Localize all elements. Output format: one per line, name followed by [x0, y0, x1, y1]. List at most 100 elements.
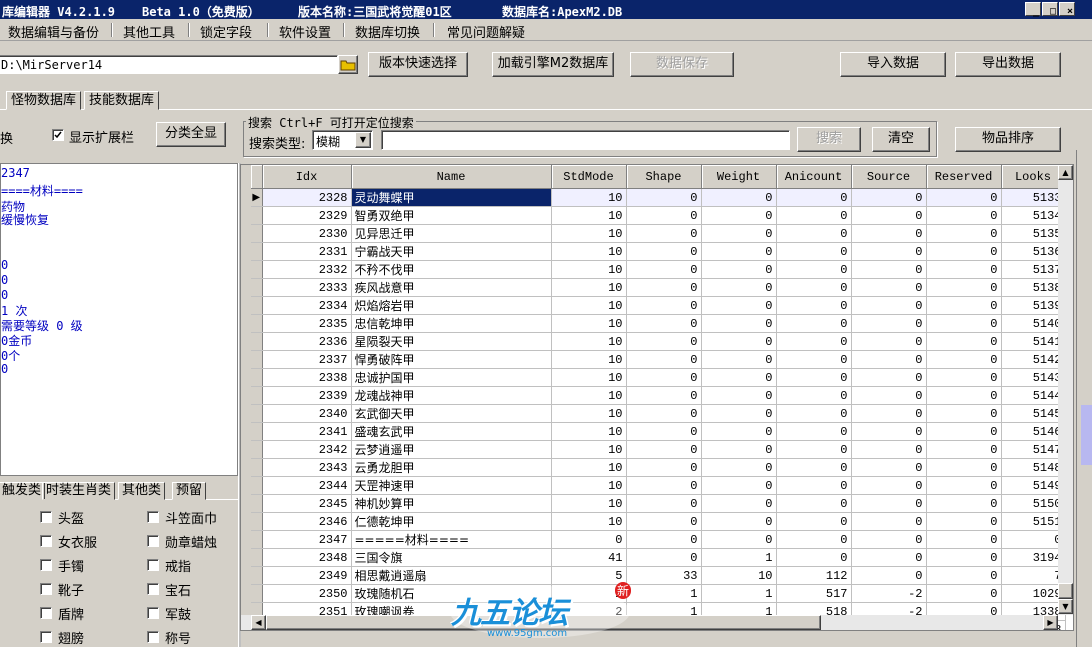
show-ext-checkbox[interactable] [52, 129, 64, 141]
table-row[interactable]: 2329 智勇双绝甲 10 0 0 0 0 0 5134 [251, 206, 1066, 225]
row-indicator[interactable] [251, 494, 263, 513]
folder-browse-button[interactable] [338, 55, 358, 74]
cell-name[interactable]: 灵动舞蝶甲 [351, 188, 552, 207]
scroll-right-icon[interactable]: ▶ [1043, 615, 1058, 630]
cell-idx[interactable]: 2339 [262, 386, 352, 405]
cell-shape[interactable]: 0 [626, 188, 702, 207]
cell-stdmode[interactable]: 10 [551, 440, 627, 459]
cell-shape[interactable]: 0 [626, 422, 702, 441]
horizontal-scrollbar[interactable]: ◀ ▶ [241, 615, 1058, 630]
cell-weight[interactable]: 1 [701, 548, 777, 567]
table-row[interactable]: 2331 宁霸战天甲 10 0 0 0 0 0 5136 [251, 242, 1066, 261]
row-indicator[interactable] [251, 296, 263, 315]
cell-anicount[interactable]: 0 [776, 242, 852, 261]
row-indicator[interactable] [251, 422, 263, 441]
cell-idx[interactable]: 2345 [262, 494, 352, 513]
cell-name[interactable]: 星陨裂天甲 [351, 332, 552, 351]
row-indicator[interactable] [251, 476, 263, 495]
cell-source[interactable]: 0 [851, 404, 927, 423]
cell-shape[interactable]: 0 [626, 476, 702, 495]
cell-idx[interactable]: 2336 [262, 332, 352, 351]
cell-idx[interactable]: 2334 [262, 296, 352, 315]
quick-select-button[interactable]: 版本快速选择 [368, 52, 468, 77]
maximize-button[interactable]: □ [1042, 2, 1058, 17]
table-row[interactable]: 2337 悍勇破阵甲 10 0 0 0 0 0 5142 [251, 350, 1066, 369]
cell-shape[interactable]: 0 [626, 548, 702, 567]
table-row[interactable]: 2333 疾风战意甲 10 0 0 0 0 0 5138 [251, 278, 1066, 297]
cell-weight[interactable]: 0 [701, 224, 777, 243]
cell-stdmode[interactable]: 10 [551, 350, 627, 369]
scroll-left-icon[interactable]: ◀ [251, 615, 266, 630]
cell-reserved[interactable]: 0 [926, 512, 1002, 531]
cell-reserved[interactable]: 0 [926, 476, 1002, 495]
cell-looks[interactable]: 3194 [1001, 548, 1066, 567]
tab-trigger[interactable]: 触发类 [0, 482, 46, 500]
table-row[interactable]: 2341 盛魂玄武甲 10 0 0 0 0 0 5146 [251, 422, 1066, 441]
cell-idx[interactable]: 2341 [262, 422, 352, 441]
cell-shape[interactable]: 1 [626, 584, 702, 603]
cell-anicount[interactable]: 0 [776, 422, 852, 441]
chevron-down-icon[interactable]: ▼ [355, 132, 371, 148]
cell-shape[interactable]: 0 [626, 368, 702, 387]
cell-shape[interactable]: 0 [626, 260, 702, 279]
cell-weight[interactable]: 0 [701, 530, 777, 549]
cell-stdmode[interactable]: 10 [551, 368, 627, 387]
table-row[interactable]: 2335 忠信乾坤甲 10 0 0 0 0 0 5140 [251, 314, 1066, 333]
cell-idx[interactable]: 2330 [262, 224, 352, 243]
row-indicator[interactable] [251, 278, 263, 297]
row-indicator[interactable] [251, 224, 263, 243]
column-header-shape[interactable]: Shape [626, 165, 702, 189]
cell-name[interactable]: 不矜不伐甲 [351, 260, 552, 279]
table-row[interactable]: 2336 星陨裂天甲 10 0 0 0 0 0 5141 [251, 332, 1066, 351]
cell-looks[interactable]: 1029 [1001, 584, 1066, 603]
row-indicator[interactable] [251, 440, 263, 459]
cell-name[interactable]: 炽焰熔岩甲 [351, 296, 552, 315]
cell-name[interactable]: 见异思迁甲 [351, 224, 552, 243]
row-indicator[interactable] [251, 548, 263, 567]
cell-anicount[interactable]: 0 [776, 386, 852, 405]
cell-anicount[interactable]: 0 [776, 314, 852, 333]
cell-source[interactable]: -2 [851, 584, 927, 603]
table-row[interactable]: 2349相思戴逍遥扇53310112007 [251, 566, 1066, 585]
column-header-anicount[interactable]: Anicount [776, 165, 852, 189]
cell-stdmode[interactable]: 10 [551, 314, 627, 333]
cell-looks[interactable]: 7 [1001, 566, 1066, 585]
cell-reserved[interactable]: 0 [926, 548, 1002, 567]
cell-weight[interactable]: 0 [701, 422, 777, 441]
cell-idx[interactable]: 2348 [262, 548, 352, 567]
column-header-stdmode[interactable]: StdMode [551, 165, 627, 189]
cell-weight[interactable]: 0 [701, 206, 777, 225]
checkbox-gem[interactable] [147, 583, 159, 595]
cell-shape[interactable]: 0 [626, 314, 702, 333]
show-all-categories-button[interactable]: 分类全显 [156, 122, 226, 147]
checkbox-bracelet[interactable] [40, 559, 52, 571]
cell-weight[interactable]: 0 [701, 314, 777, 333]
cell-idx[interactable]: 2338 [262, 368, 352, 387]
table-row[interactable]: 2345 神机妙算甲 10 0 0 0 0 0 5150 [251, 494, 1066, 513]
checkbox-title[interactable] [147, 631, 159, 643]
cell-looks[interactable]: 5139 [1001, 296, 1066, 315]
cell-source[interactable]: 0 [851, 332, 927, 351]
cell-anicount[interactable]: 0 [776, 260, 852, 279]
cell-idx[interactable]: 2343 [262, 458, 352, 477]
cell-reserved[interactable]: 0 [926, 296, 1002, 315]
cell-idx[interactable]: 2328 [262, 188, 352, 207]
cell-stdmode[interactable]: 10 [551, 476, 627, 495]
cell-anicount[interactable]: 0 [776, 476, 852, 495]
cell-source[interactable]: 0 [851, 368, 927, 387]
cell-reserved[interactable]: 0 [926, 332, 1002, 351]
cell-source[interactable]: 0 [851, 476, 927, 495]
cell-looks[interactable]: 5136 [1001, 242, 1066, 261]
cell-shape[interactable]: 0 [626, 224, 702, 243]
cell-shape[interactable]: 33 [626, 566, 702, 585]
row-indicator[interactable] [251, 350, 263, 369]
cell-name[interactable]: 悍勇破阵甲 [351, 350, 552, 369]
cell-anicount[interactable]: 0 [776, 404, 852, 423]
cell-looks[interactable]: 5135 [1001, 224, 1066, 243]
cell-source[interactable]: 0 [851, 422, 927, 441]
cell-anicount[interactable]: 0 [776, 494, 852, 513]
cell-stdmode[interactable]: 10 [551, 332, 627, 351]
cell-weight[interactable]: 0 [701, 332, 777, 351]
cell-stdmode[interactable]: 10 [551, 386, 627, 405]
path-input[interactable]: D:\MirServer14 [0, 55, 338, 74]
